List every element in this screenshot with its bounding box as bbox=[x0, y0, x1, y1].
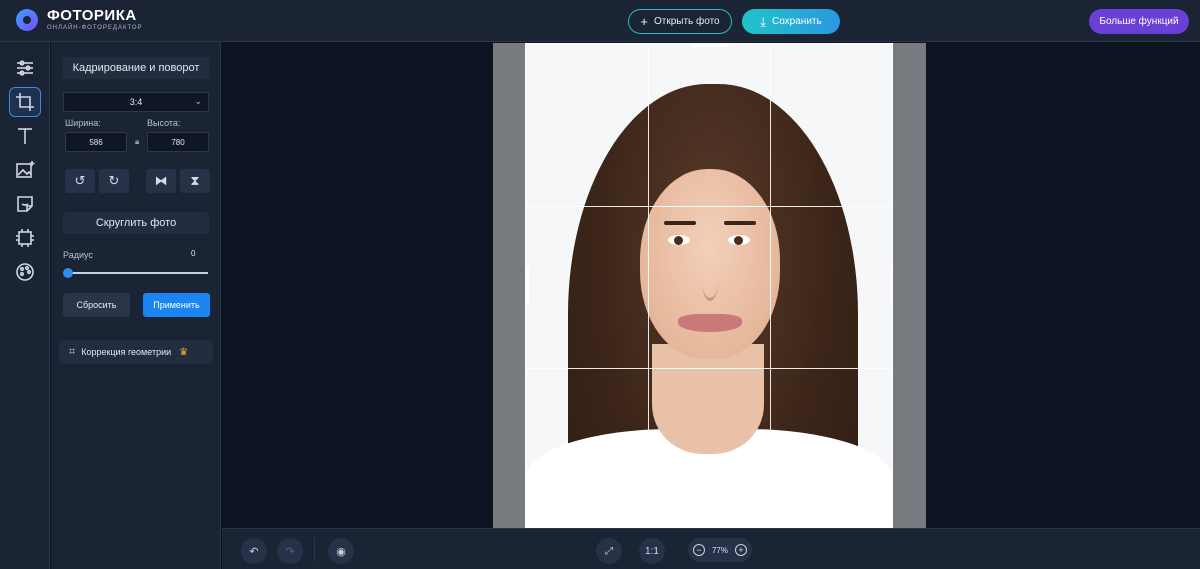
preview-button[interactable]: ◉ bbox=[328, 538, 354, 564]
redo-icon: ↷ bbox=[285, 545, 295, 558]
aspect-ratio-value: 3:4 bbox=[129, 97, 143, 107]
download-icon: ⤓ bbox=[760, 13, 767, 29]
crop-grid-line bbox=[526, 368, 892, 369]
zoom-control: − 77% + bbox=[688, 538, 752, 562]
plus-icon: + bbox=[640, 14, 648, 29]
photo-crop-area[interactable] bbox=[525, 43, 893, 528]
reset-button[interactable]: Сбросить bbox=[63, 293, 130, 317]
logo-icon bbox=[16, 8, 38, 31]
open-photo-label: Открыть фото bbox=[653, 16, 720, 27]
radius-slider-handle[interactable] bbox=[63, 268, 73, 278]
fit-to-screen-button[interactable]: ⤢ bbox=[596, 538, 622, 564]
top-bar: ФОТОРИКА ОНЛАЙН-ФОТОРЕДАКТОР + Открыть ф… bbox=[0, 0, 1200, 42]
flip-vertical-button[interactable]: ⧗ bbox=[180, 169, 210, 193]
rotate-right-button[interactable]: ↻ bbox=[99, 169, 129, 193]
zoom-value: 77% bbox=[711, 545, 728, 555]
crop-handle-left[interactable] bbox=[526, 266, 529, 304]
rotate-right-icon: ↻ bbox=[108, 173, 120, 188]
rail-item-image[interactable] bbox=[9, 155, 41, 185]
rail-item-adjust[interactable] bbox=[9, 53, 41, 83]
actual-size-button[interactable]: 1:1 bbox=[639, 538, 665, 564]
width-label: Ширина: bbox=[65, 118, 101, 128]
sticker-icon bbox=[17, 196, 33, 212]
app-name: ФОТОРИКА bbox=[47, 7, 137, 24]
width-field[interactable]: 586 bbox=[65, 132, 127, 152]
crop-grid-line bbox=[770, 44, 771, 527]
apply-button[interactable]: Применить bbox=[143, 293, 210, 317]
tool-rail bbox=[0, 42, 50, 569]
crown-icon: ♛ bbox=[179, 346, 189, 358]
grid-perspective-icon: ⌗ bbox=[69, 345, 76, 358]
editor-canvas bbox=[222, 42, 1200, 528]
crop-handle-right[interactable] bbox=[891, 266, 892, 304]
palette-icon bbox=[16, 263, 34, 281]
expand-icon: ⤢ bbox=[605, 545, 613, 557]
sliders-icon bbox=[17, 60, 33, 76]
save-button[interactable]: ⤓ Сохранить bbox=[742, 9, 840, 34]
eye-icon: ◉ bbox=[336, 545, 346, 558]
open-photo-button[interactable]: + Открыть фото bbox=[628, 9, 732, 34]
round-photo-button[interactable]: Скруглить фото bbox=[63, 212, 209, 234]
radius-label: Радиус bbox=[63, 250, 93, 260]
rail-item-crop[interactable] bbox=[9, 87, 41, 117]
crop-icon bbox=[16, 93, 34, 111]
save-label: Сохранить bbox=[772, 16, 822, 27]
bottom-bar: ↶ ↷ ◉ ⤢ 1:1 − 77% + bbox=[222, 528, 1200, 569]
undo-button[interactable]: ↶ bbox=[241, 538, 267, 564]
image-add-icon bbox=[16, 161, 35, 178]
height-field[interactable]: 780 bbox=[147, 132, 209, 152]
rail-item-effects[interactable] bbox=[9, 257, 41, 287]
lock-icon[interactable]: 🔒︎ bbox=[135, 137, 139, 147]
more-features-button[interactable]: Больше функций bbox=[1089, 9, 1189, 34]
app-subtitle: ОНЛАЙН-ФОТОРЕДАКТОР bbox=[47, 25, 143, 31]
flip-vertical-icon: ⧗ bbox=[190, 173, 200, 188]
flip-horizontal-button[interactable]: ⧓ bbox=[146, 169, 176, 193]
rail-item-sticker[interactable] bbox=[9, 189, 41, 219]
rail-item-text[interactable] bbox=[9, 121, 41, 151]
crop-panel: Кадрирование и поворот 3:4 ⌄ Ширина: Выс… bbox=[51, 42, 221, 569]
portrait-neck bbox=[652, 344, 764, 454]
undo-icon: ↶ bbox=[249, 545, 259, 558]
redo-button[interactable]: ↷ bbox=[277, 538, 303, 564]
portrait-face bbox=[640, 169, 780, 359]
crop-grid-line bbox=[526, 206, 892, 207]
crop-handle-top[interactable] bbox=[691, 44, 729, 47]
radius-value: 0 bbox=[191, 249, 196, 258]
height-label: Высота: bbox=[147, 118, 181, 128]
zoom-out-button[interactable]: − bbox=[693, 544, 705, 556]
geometry-label: Коррекция геометрии bbox=[81, 347, 172, 357]
rail-item-ai[interactable] bbox=[9, 223, 41, 253]
text-icon bbox=[18, 128, 32, 144]
zoom-in-button[interactable]: + bbox=[734, 544, 747, 556]
chevron-down-icon: ⌄ bbox=[194, 96, 202, 106]
rotate-left-icon: ↺ bbox=[74, 173, 86, 188]
panel-title: Кадрирование и поворот bbox=[63, 57, 209, 79]
radius-slider-track[interactable] bbox=[65, 272, 208, 274]
rotate-left-button[interactable]: ↺ bbox=[65, 169, 95, 193]
ai-chip-icon bbox=[16, 229, 34, 247]
aspect-ratio-select[interactable]: 3:4 ⌄ bbox=[63, 92, 209, 112]
geometry-correction-button[interactable]: ⌗ Коррекция геометрии ♛ bbox=[59, 340, 213, 364]
divider bbox=[314, 538, 315, 562]
crop-grid-line bbox=[648, 44, 649, 527]
app-logo[interactable]: ФОТОРИКА ОНЛАЙН-ФОТОРЕДАКТОР bbox=[16, 8, 143, 31]
flip-horizontal-icon: ⧓ bbox=[154, 173, 168, 188]
